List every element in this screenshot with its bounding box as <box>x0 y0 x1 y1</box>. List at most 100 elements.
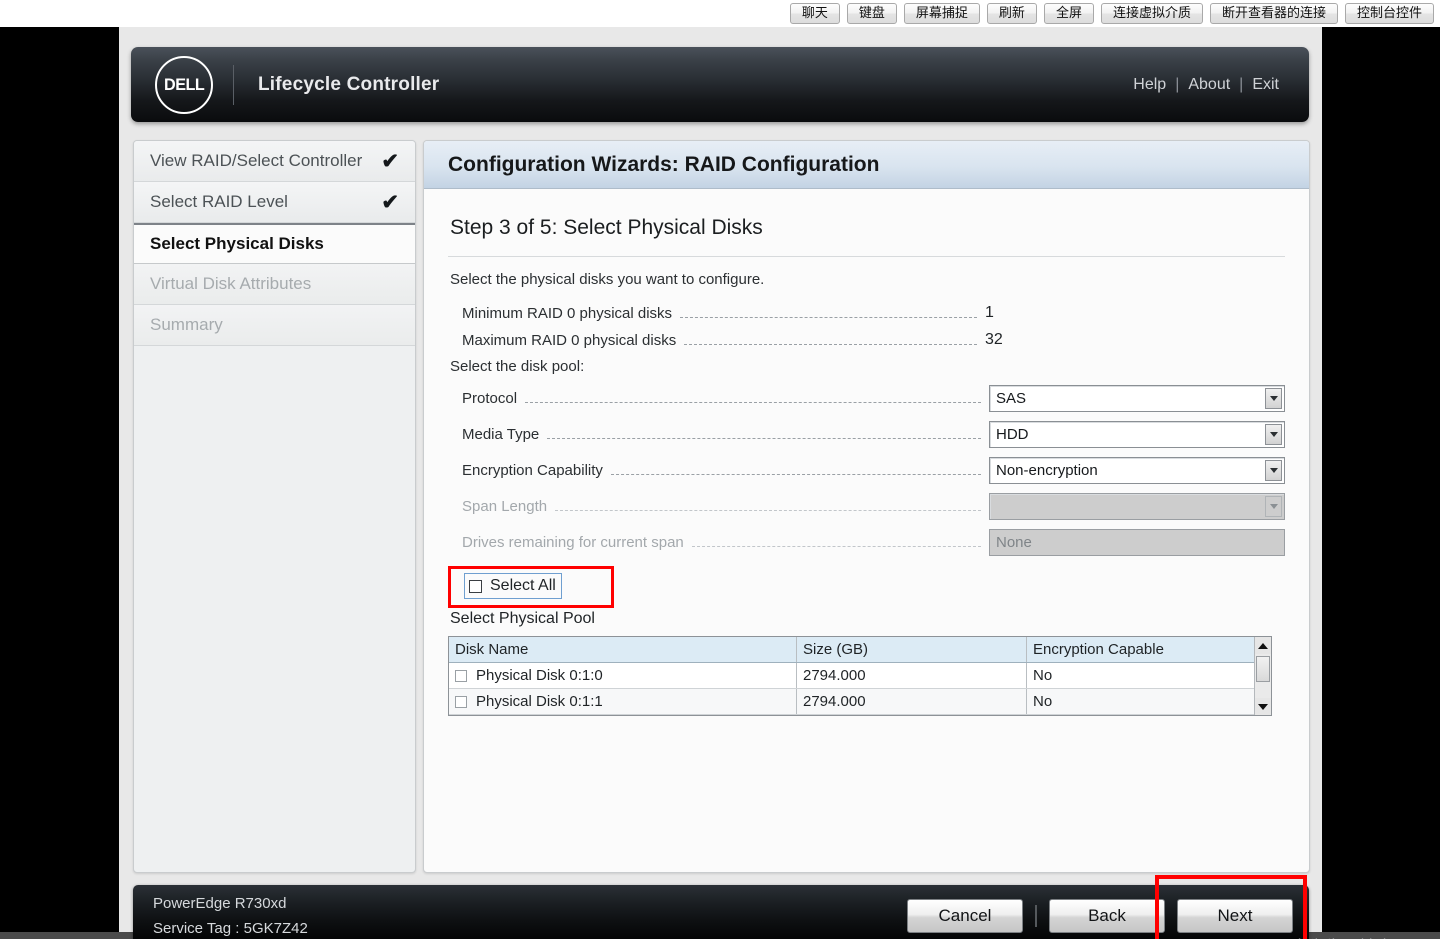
step-title: Step 3 of 5: Select Physical Disks <box>450 216 763 239</box>
refresh-button[interactable]: 刷新 <box>986 3 1037 24</box>
dell-logo-text: DELL <box>163 74 205 94</box>
column-header-size: Size (GB) <box>797 637 1027 662</box>
dotted-leader <box>555 510 981 511</box>
field-row-media-type: Media Type HDD <box>448 421 1285 448</box>
chevron-down-icon[interactable] <box>1265 424 1282 445</box>
header-link-separator-1: | <box>1175 75 1180 93</box>
info-label: Maximum RAID 0 physical disks <box>462 331 677 349</box>
app-footer: PowerEdge R730xd Service Tag : 5GK7Z42 C… <box>133 885 1309 939</box>
chevron-down-icon[interactable] <box>1265 460 1282 481</box>
row-checkbox-icon[interactable] <box>455 669 467 682</box>
dotted-leader <box>547 438 981 439</box>
select-all-checkbox[interactable]: Select All <box>464 573 562 599</box>
field-label: Span Length <box>462 498 548 515</box>
chat-button[interactable]: 聊天 <box>789 3 840 24</box>
protocol-value: SAS <box>996 390 1027 407</box>
sidebar-item-label: Summary <box>150 315 223 334</box>
system-model: PowerEdge R730xd <box>153 894 287 912</box>
help-link[interactable]: Help <box>1133 76 1166 94</box>
scrollbar-thumb[interactable] <box>1256 656 1270 682</box>
field-label: Encryption Capability <box>462 462 603 479</box>
disk-name-text: Physical Disk 0:1:0 <box>476 667 603 684</box>
field-label: Protocol <box>462 390 518 407</box>
select-physical-pool-label: Select Physical Pool <box>450 610 595 627</box>
sidebar-item-virtual-disk-attributes: Virtual Disk Attributes <box>134 264 415 305</box>
title-rule <box>448 256 1285 257</box>
cell-size: 2794.000 <box>797 689 1027 714</box>
chevron-down-icon[interactable] <box>1265 388 1282 409</box>
dotted-leader <box>691 546 981 547</box>
button-divider <box>1035 905 1037 927</box>
media-type-select[interactable]: HDD <box>989 421 1285 448</box>
scroll-down-icon[interactable] <box>1255 698 1271 715</box>
drives-remaining-field: None <box>989 529 1285 556</box>
app-title: Lifecycle Controller <box>258 73 440 95</box>
cell-encryption: No <box>1033 667 1053 684</box>
screen-root: 聊天 键盘 屏幕捕捉 刷新 全屏 连接虚拟介质 断开查看器的连接 控制台控件 D… <box>0 0 1440 939</box>
cancel-button[interactable]: Cancel <box>907 899 1023 933</box>
header-links: Help | About | Exit <box>1133 76 1279 94</box>
table-row[interactable]: Physical Disk 0:1:1 2794.000 No <box>449 689 1254 715</box>
scrollbar-track[interactable] <box>1255 654 1271 698</box>
connect-virtual-media-button[interactable]: 连接虚拟介质 <box>1100 3 1203 24</box>
letterbox-right <box>1322 27 1440 932</box>
field-label: Drives remaining for current span <box>462 534 684 551</box>
header-link-separator-2: | <box>1239 75 1244 93</box>
chevron-down-icon <box>1265 496 1282 517</box>
sidebar-item-label: Select RAID Level <box>150 192 288 211</box>
back-button[interactable]: Back <box>1049 899 1165 933</box>
sidebar-item-summary: Summary <box>134 305 415 346</box>
row-checkbox-icon[interactable] <box>455 695 467 708</box>
checkmark-icon: ✔ <box>381 149 399 173</box>
intro-text: Select the physical disks you want to co… <box>450 271 765 288</box>
screen-capture-button[interactable]: 屏幕捕捉 <box>903 3 980 24</box>
sidebar-item-select-physical-disks[interactable]: Select Physical Disks <box>134 223 415 264</box>
column-header-disk-name: Disk Name <box>449 637 797 662</box>
physical-disks-table: Disk Name Size (GB) Encryption Capable P… <box>448 636 1272 716</box>
checkbox-icon[interactable] <box>469 579 482 593</box>
encryption-capability-select[interactable]: Non-encryption <box>989 457 1285 484</box>
field-row-protocol: Protocol SAS <box>448 385 1285 412</box>
field-row-encryption-capability: Encryption Capability Non-encryption <box>448 457 1285 484</box>
scroll-up-icon[interactable] <box>1255 637 1271 654</box>
span-length-select <box>989 493 1285 520</box>
letterbox-left <box>0 27 119 932</box>
dotted-leader <box>680 316 977 318</box>
cell-disk-name[interactable]: Physical Disk 0:1:0 <box>449 663 797 688</box>
protocol-select[interactable]: SAS <box>989 385 1285 412</box>
header-divider <box>233 64 234 105</box>
exit-link[interactable]: Exit <box>1252 76 1279 94</box>
sidebar-item-view-raid-select-controller[interactable]: View RAID/Select Controller ✔ <box>134 141 415 182</box>
viewer-toolbar: 聊天 键盘 屏幕捕捉 刷新 全屏 连接虚拟介质 断开查看器的连接 控制台控件 <box>0 0 1440 27</box>
next-button[interactable]: Next <box>1177 899 1293 933</box>
cell-encryption: No <box>1033 693 1053 710</box>
table-row[interactable]: Physical Disk 0:1:0 2794.000 No <box>449 663 1254 689</box>
wizard-sidebar: View RAID/Select Controller ✔ Select RAI… <box>133 140 416 873</box>
service-tag: Service Tag : 5GK7Z42 <box>153 920 308 937</box>
console-controls-button[interactable]: 控制台控件 <box>1344 3 1434 24</box>
disk-name-text: Physical Disk 0:1:1 <box>476 693 603 710</box>
panel-title: Configuration Wizards: RAID Configuratio… <box>424 141 1309 189</box>
disk-pool-label: Select the disk pool: <box>450 358 585 375</box>
select-all-label: Select All <box>490 577 556 594</box>
disconnect-viewer-button[interactable]: 断开查看器的连接 <box>1209 3 1338 24</box>
table-body: Disk Name Size (GB) Encryption Capable P… <box>449 637 1254 715</box>
info-value: 1 <box>985 304 994 321</box>
info-row-minimum-disks: Minimum RAID 0 physical disks 1 <box>448 304 1285 322</box>
table-scrollbar[interactable] <box>1254 637 1271 715</box>
column-header-encryption-capable: Encryption Capable <box>1033 641 1164 658</box>
cell-size: 2794.000 <box>797 663 1027 688</box>
cell-disk-name[interactable]: Physical Disk 0:1:1 <box>449 689 797 714</box>
sidebar-item-label: View RAID/Select Controller <box>150 151 363 170</box>
panel-body: Step 3 of 5: Select Physical Disks Selec… <box>424 189 1309 716</box>
sidebar-item-select-raid-level[interactable]: Select RAID Level ✔ <box>134 182 415 223</box>
fullscreen-button[interactable]: 全屏 <box>1043 3 1094 24</box>
about-link[interactable]: About <box>1188 76 1230 94</box>
watermark: CSDN @牛先生不姓牛 <box>1220 933 1393 939</box>
dotted-leader <box>525 402 981 403</box>
keyboard-button[interactable]: 键盘 <box>846 3 897 24</box>
select-all-area: Select All <box>448 566 1285 608</box>
table-header-row: Disk Name Size (GB) Encryption Capable <box>449 637 1254 663</box>
sidebar-item-label: Select Physical Disks <box>150 234 324 253</box>
dell-logo-icon: DELL <box>155 55 213 114</box>
